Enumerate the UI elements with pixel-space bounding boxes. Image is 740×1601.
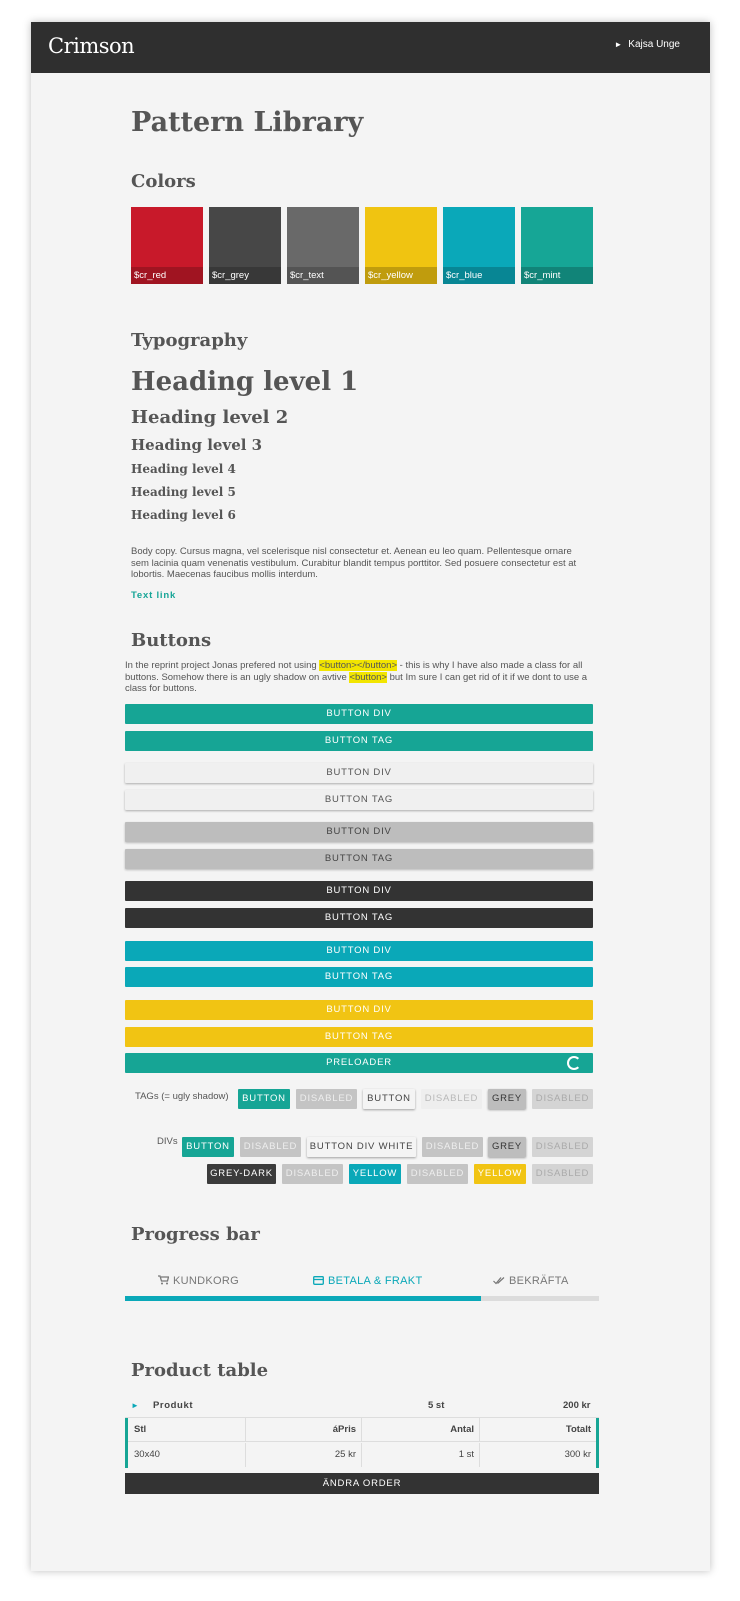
code-highlight: <button> bbox=[349, 671, 387, 683]
button-div-blue[interactable]: BUTTON DIV bbox=[125, 941, 593, 961]
step-label: BEKRÄFTA bbox=[509, 1275, 569, 1287]
swatch-label: $cr_grey bbox=[209, 267, 281, 284]
swatch-label: $cr_mint bbox=[521, 267, 593, 284]
div-button-white[interactable]: BUTTON DIV WHITE bbox=[307, 1137, 416, 1157]
heading-4: Heading level 4 bbox=[131, 462, 236, 476]
swatch-grey: $cr_grey bbox=[209, 207, 281, 284]
product-table-title: Product table bbox=[131, 1360, 269, 1381]
button-div-grey[interactable]: BUTTON DIV bbox=[125, 822, 593, 842]
preloader-button[interactable]: PRELOADER bbox=[125, 1053, 593, 1073]
div-button-blue[interactable]: YELLOW bbox=[349, 1164, 401, 1184]
colors-title: Colors bbox=[131, 171, 196, 192]
step-label: BETALA & FRAKT bbox=[328, 1275, 423, 1287]
tag-button-white[interactable]: BUTTON bbox=[363, 1089, 415, 1109]
user-name: Kajsa Unge bbox=[628, 39, 680, 50]
heading-1: Heading level 1 bbox=[131, 367, 359, 397]
summary-price: 200 kr bbox=[563, 1400, 591, 1411]
div-button-disabled-yellow: DISABLED bbox=[532, 1164, 593, 1184]
cell-totalt: 300 kr bbox=[479, 1443, 591, 1467]
cell-antal: 1 st bbox=[361, 1443, 474, 1467]
swatch-blue: $cr_blue bbox=[443, 207, 515, 284]
swatch-mint: $cr_mint bbox=[521, 207, 593, 284]
div-button-disabled-dark: DISABLED bbox=[282, 1164, 343, 1184]
swatch-red: $cr_red bbox=[131, 207, 203, 284]
button-tag-white[interactable]: BUTTON TAG bbox=[125, 790, 593, 810]
button-div-mint[interactable]: BUTTON DIV bbox=[125, 704, 593, 724]
step-bekrafta[interactable]: BEKRÄFTA bbox=[493, 1275, 569, 1287]
buttons-title: Buttons bbox=[131, 630, 212, 651]
code-highlight: <button></button> bbox=[319, 660, 397, 671]
double-check-icon bbox=[493, 1277, 505, 1285]
cell-apris: 25 kr bbox=[245, 1443, 356, 1467]
spinner-icon bbox=[567, 1056, 581, 1070]
header-apris: áPris bbox=[245, 1418, 356, 1442]
swatch-label: $cr_text bbox=[287, 267, 359, 284]
product-detail-table: Stl áPris Antal Totalt 30x40 25 kr 1 st … bbox=[125, 1418, 599, 1468]
swatch-label: $cr_yellow bbox=[365, 267, 437, 284]
heading-5: Heading level 5 bbox=[131, 485, 236, 499]
button-tag-dark[interactable]: BUTTON TAG bbox=[125, 908, 593, 928]
button-tag-mint[interactable]: BUTTON TAG bbox=[125, 731, 593, 751]
cart-icon bbox=[158, 1275, 170, 1285]
swatch-label: $cr_blue bbox=[443, 267, 515, 284]
text-link[interactable]: Text link bbox=[131, 590, 176, 601]
div-button-mint[interactable]: BUTTON bbox=[182, 1137, 234, 1157]
button-div-white[interactable]: BUTTON DIV bbox=[125, 763, 593, 783]
div-button-disabled-grey: DISABLED bbox=[532, 1137, 593, 1157]
user-menu[interactable]: ► Kajsa Unge bbox=[614, 39, 680, 50]
tag-button-grey[interactable]: GREY bbox=[488, 1089, 526, 1109]
progress-fill bbox=[125, 1296, 481, 1301]
button-tag-grey[interactable]: BUTTON TAG bbox=[125, 849, 593, 869]
heading-2: Heading level 2 bbox=[131, 407, 289, 428]
table-header-row: Stl áPris Antal Totalt bbox=[128, 1418, 596, 1442]
div-button-disabled: DISABLED bbox=[240, 1137, 301, 1157]
tag-button-disabled-grey: DISABLED bbox=[532, 1089, 593, 1109]
tag-button-disabled-light: DISABLED bbox=[421, 1089, 482, 1109]
button-div-yellow[interactable]: BUTTON DIV bbox=[125, 1000, 593, 1020]
div-button-grey-dark[interactable]: GREY-DARK bbox=[207, 1164, 276, 1184]
button-tag-blue[interactable]: BUTTON TAG bbox=[125, 967, 593, 987]
body-copy: Body copy. Cursus magna, vel scelerisque… bbox=[131, 546, 577, 580]
intro-text: In the reprint project Jonas prefered no… bbox=[125, 660, 320, 671]
step-betala-frakt[interactable]: BETALA & FRAKT bbox=[313, 1275, 422, 1287]
swatch-yellow: $cr_yellow bbox=[365, 207, 437, 284]
heading-6: Heading level 6 bbox=[131, 508, 236, 522]
product-summary-row[interactable]: ► Produkt 5 st 200 kr bbox=[125, 1394, 599, 1418]
page-title: Pattern Library bbox=[131, 107, 364, 138]
tag-button-disabled: DISABLED bbox=[296, 1089, 357, 1109]
div-button-grey[interactable]: GREY bbox=[488, 1137, 526, 1157]
caret-right-icon: ► bbox=[614, 40, 623, 49]
div-button-disabled-white: DISABLED bbox=[422, 1137, 483, 1157]
swatch-text: $cr_text bbox=[287, 207, 359, 284]
swatch-label: $cr_red bbox=[131, 267, 203, 284]
progress-track bbox=[125, 1296, 599, 1301]
typography-title: Typography bbox=[131, 330, 248, 351]
progress-title: Progress bar bbox=[131, 1224, 260, 1245]
divs-label: DIVs bbox=[157, 1136, 178, 1147]
header-totalt: Totalt bbox=[479, 1418, 591, 1442]
button-div-dark[interactable]: BUTTON DIV bbox=[125, 881, 593, 901]
expand-icon[interactable]: ► bbox=[131, 1394, 139, 1418]
table-row: 30x40 25 kr 1 st 300 kr bbox=[128, 1443, 596, 1467]
card-icon bbox=[313, 1276, 324, 1285]
summary-product: Produkt bbox=[153, 1400, 194, 1411]
preloader-label: PRELOADER bbox=[326, 1057, 392, 1068]
summary-qty: 5 st bbox=[428, 1400, 445, 1411]
buttons-intro: In the reprint project Jonas prefered no… bbox=[125, 660, 600, 695]
header-stl: Stl bbox=[134, 1424, 147, 1435]
div-button-yellow[interactable]: YELLOW bbox=[474, 1164, 526, 1184]
change-order-button[interactable]: ÄNDRA ORDER bbox=[125, 1473, 599, 1494]
logo[interactable]: Crimson bbox=[48, 34, 135, 58]
tags-label: TAGs (= ugly shadow) bbox=[135, 1091, 229, 1102]
button-tag-yellow[interactable]: BUTTON TAG bbox=[125, 1027, 593, 1047]
step-kundkorg[interactable]: KUNDKORG bbox=[158, 1275, 239, 1287]
heading-3: Heading level 3 bbox=[131, 436, 263, 454]
tag-button-mint[interactable]: BUTTON bbox=[238, 1089, 290, 1109]
top-bar: Crimson ► Kajsa Unge bbox=[31, 22, 710, 73]
cell-stl: 30x40 bbox=[134, 1449, 160, 1460]
header-antal: Antal bbox=[361, 1418, 474, 1442]
step-label: KUNDKORG bbox=[173, 1275, 239, 1287]
div-button-disabled-blue: DISABLED bbox=[407, 1164, 468, 1184]
